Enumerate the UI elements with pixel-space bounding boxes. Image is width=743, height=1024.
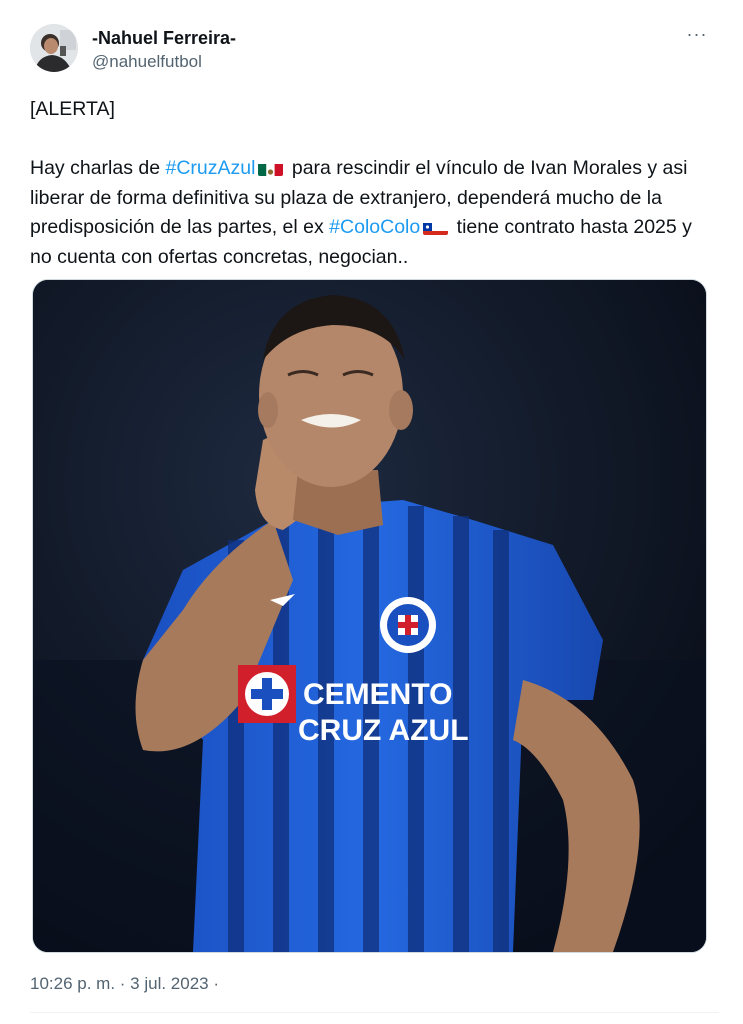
tweet-card: -Nahuel Ferreira- @nahuelfutbol ··· [ALE… (0, 0, 743, 1024)
player-photo: CEMENTO CRUZ AZUL (33, 280, 706, 952)
sponsor-line1: CEMENTO (303, 678, 452, 711)
tweet-body: Hay charlas de #CruzAzul para rescindir … (30, 154, 710, 272)
text-segment: Hay charlas de (30, 157, 166, 179)
hashtag-cruzazul-link[interactable]: #CruzAzul (165, 157, 255, 179)
mexico-flag-icon (258, 160, 284, 176)
chile-flag-icon (423, 219, 449, 235)
tweet-timestamp[interactable]: 10:26 p. m. · 3 jul. 2023 · (30, 973, 219, 995)
timestamp-date: 3 jul. 2023 (130, 974, 209, 993)
avatar[interactable] (30, 24, 78, 72)
divider (30, 1012, 719, 1013)
alert-label: [ALERTA] (30, 98, 115, 120)
sponsor-line2: CRUZ AZUL (298, 714, 469, 747)
timestamp-separator: · (115, 974, 131, 993)
user-handle[interactable]: @nahuelfutbol (92, 51, 236, 73)
more-icon[interactable]: ··· (682, 24, 712, 48)
author-names: -Nahuel Ferreira- @nahuelfutbol (92, 27, 236, 73)
tweet-header: -Nahuel Ferreira- @nahuelfutbol ··· (30, 24, 720, 76)
timestamp-trail: · (208, 974, 220, 993)
tweet-text: [ALERTA] Hay charlas de #CruzAzul para r… (30, 95, 710, 272)
avatar-photo (30, 24, 78, 72)
tweet-photo[interactable]: CEMENTO CRUZ AZUL (32, 279, 707, 953)
timestamp-time: 10:26 p. m. (30, 974, 116, 993)
display-name[interactable]: -Nahuel Ferreira- (92, 27, 236, 49)
hashtag-colocolo-link[interactable]: #ColoColo (329, 216, 420, 238)
